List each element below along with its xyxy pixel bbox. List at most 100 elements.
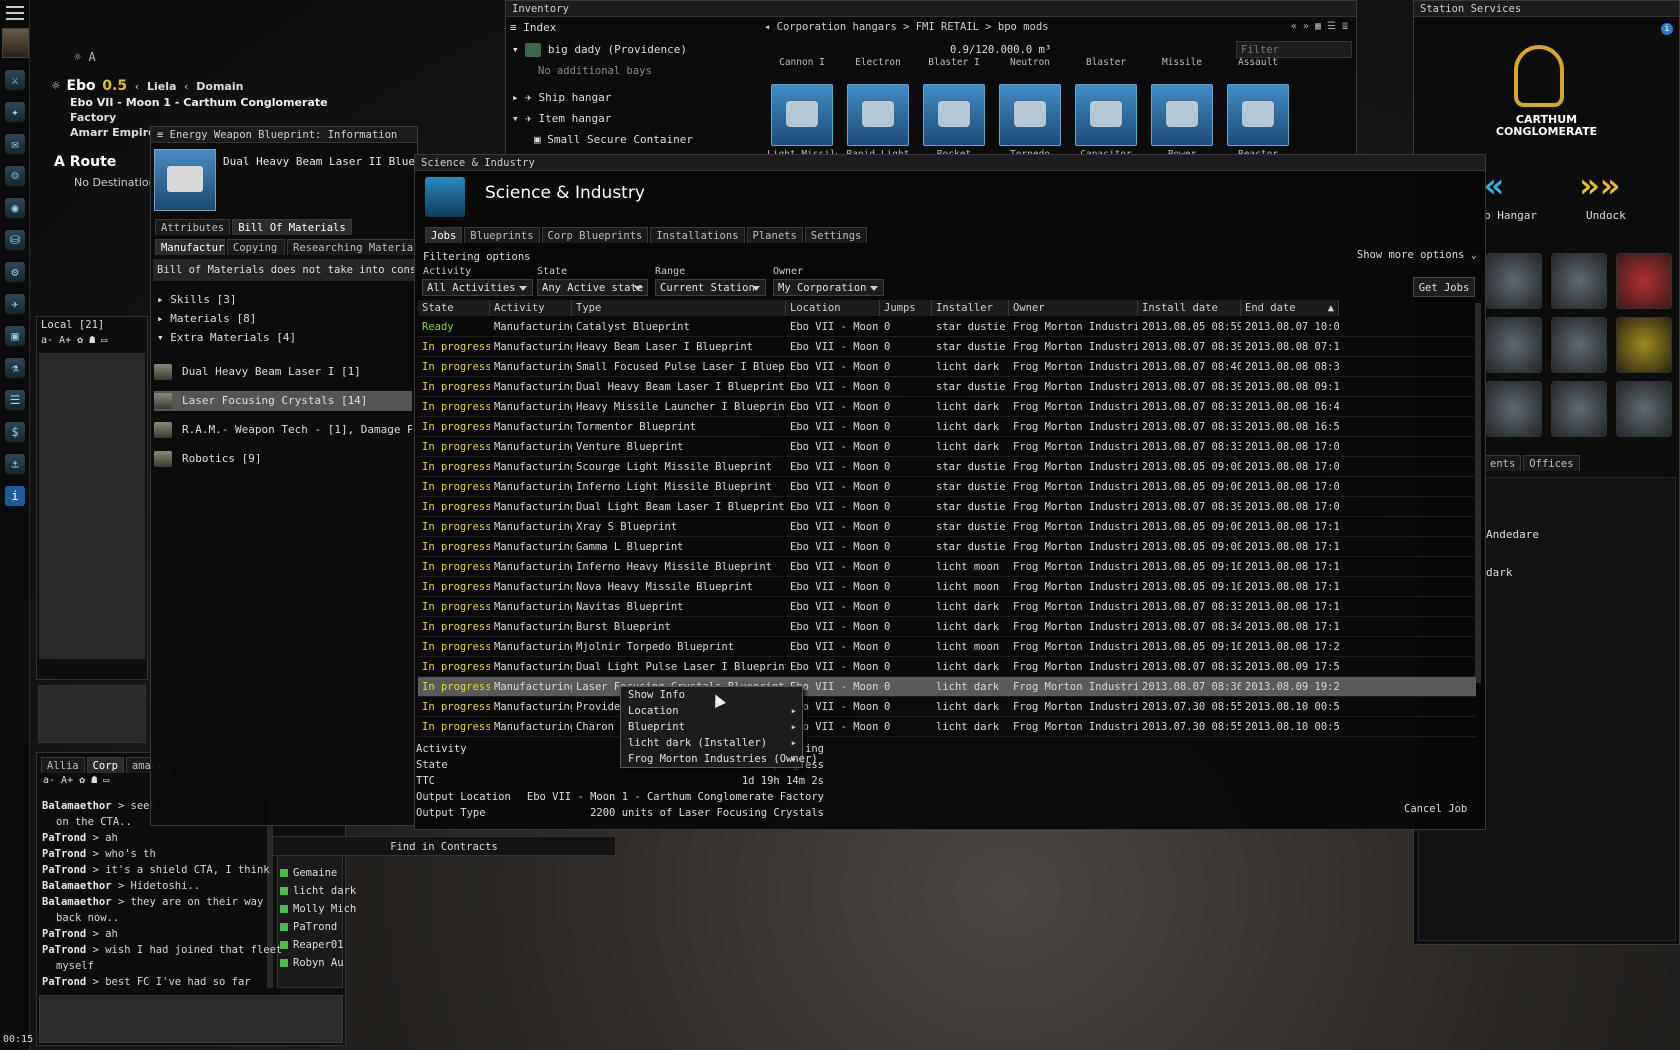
job-row[interactable]: In progress Manufacturing Provide Ebo VII -… <box>418 697 1476 717</box>
chat-member[interactable]: Molly Mich <box>280 900 356 918</box>
help-icon[interactable]: i <box>1661 23 1673 35</box>
system-name-line[interactable]: ☼ Ebo 0.5 ‹ Liela ‹ Domain <box>52 78 243 94</box>
col-type[interactable]: Type <box>572 300 786 316</box>
fleet-icon[interactable]: ⚓ <box>5 454 25 474</box>
settings-icon[interactable]: ✿ <box>77 335 83 346</box>
inventory-index-header[interactable]: ≡ Index <box>510 21 556 34</box>
members-icon[interactable]: ☗ <box>89 335 95 346</box>
menu-icon[interactable]: ≡ <box>157 129 170 141</box>
job-row[interactable]: In progress Manufacturing Inferno Heavy Mi… <box>418 557 1476 577</box>
undock-icon[interactable]: »» <box>1579 169 1620 203</box>
job-row[interactable]: In progress Manufacturing Mjolnir Torpedo … <box>418 637 1476 657</box>
menu-blueprint[interactable]: Blueprint <box>621 719 802 735</box>
state-select[interactable]: Any Active state <box>537 279 648 296</box>
blueprint-item-icon[interactable] <box>923 84 985 146</box>
recycle-service-icon[interactable] <box>1616 317 1672 373</box>
chat-member[interactable]: Reaper01 <box>280 936 344 954</box>
industry-icon[interactable]: ✈ <box>5 294 25 314</box>
local-font-size-control[interactable]: a- A+ ✿ ☗ ▭ <box>37 333 147 349</box>
tab-offices[interactable]: Offices <box>1523 455 1580 471</box>
job-row[interactable]: In progress Manufacturing Gamma L Blueprin… <box>418 537 1476 557</box>
medical-service-icon[interactable] <box>1486 381 1542 437</box>
assets-icon[interactable]: ⚔ <box>5 70 25 90</box>
subtab-manufacturing[interactable]: Manufacturin <box>155 239 225 255</box>
col-location[interactable]: Location <box>786 300 880 316</box>
chat-member[interactable]: licht dark <box>280 882 356 900</box>
chat-member[interactable]: Robyn Au <box>280 954 344 972</box>
menu-owner[interactable]: Frog Morton Industries (Owner) <box>621 751 818 767</box>
col-end-date[interactable]: End date ▲ <box>1241 300 1339 316</box>
blueprint-item-icon[interactable] <box>771 84 833 146</box>
info-icon[interactable]: i <box>5 486 25 506</box>
job-row[interactable]: In progress Manufacturing Tormentor Bluepr… <box>418 417 1476 437</box>
col-installer[interactable]: Installer <box>932 300 1009 316</box>
guest-name[interactable]: dark <box>1486 566 1513 579</box>
menu-icon[interactable]: ≡ <box>510 21 523 34</box>
chat-font-size-control[interactable]: a- A+ ✿ ☗ ▭ <box>43 775 109 786</box>
members-icon[interactable]: ☗ <box>91 775 97 786</box>
map-icon[interactable]: ◉ <box>5 198 25 218</box>
tab-agents[interactable]: ents <box>1484 455 1522 471</box>
job-row[interactable]: In progressManufacturingLaser Focusing C… <box>418 677 1476 697</box>
show-more-options-button[interactable]: Show more options ⌄ <box>1357 249 1477 261</box>
container-item[interactable]: ▣ Small Secure Container <box>534 133 693 146</box>
job-row[interactable]: In progress Manufacturing Burst Blueprint E… <box>418 617 1476 637</box>
fitting-service-icon[interactable] <box>1551 317 1607 373</box>
material-item[interactable]: R.A.M.- Weapon Tech - [1], Damage Per R <box>154 420 412 440</box>
job-row[interactable]: In progress Manufacturing Dual Heavy Beam … <box>418 377 1476 397</box>
blueprint-item-icon[interactable] <box>1227 84 1289 146</box>
subtab-copying[interactable]: Copying <box>227 239 285 255</box>
chat-tab-alliance[interactable]: Allia <box>41 757 85 773</box>
tab-settings[interactable]: Settings <box>804 227 868 243</box>
guest-name[interactable]: Andedare <box>1486 528 1539 541</box>
cancel-job-button[interactable]: Cancel Job <box>1404 803 1467 815</box>
inventory-title[interactable]: Inventory <box>506 1 1356 17</box>
job-row[interactable]: In progress Manufacturing Charon Ebo VII - … <box>418 717 1476 737</box>
blueprint-item-icon[interactable] <box>847 84 909 146</box>
job-row[interactable]: In progress Manufacturing Dual Light Pulse… <box>418 657 1476 677</box>
inventory-icon[interactable]: ▣ <box>5 326 25 346</box>
blueprint-info-title[interactable]: ≡ Energy Weapon Blueprint: Information <box>151 127 417 143</box>
journal-icon[interactable]: ☰ <box>5 390 25 410</box>
inventory-breadcrumb[interactable]: ◂ Corporation hangars > FMI RETAIL > bpo… <box>764 21 1048 33</box>
item-hangar-item[interactable]: ▾ ✈ Item hangar <box>512 112 611 125</box>
character-portrait[interactable] <box>2 28 29 58</box>
job-row[interactable]: In progress Manufacturing Nova Heavy Missi… <box>418 577 1476 597</box>
fitting-icon[interactable]: ⚙ <box>5 262 25 282</box>
undock-label[interactable]: Undock <box>1586 209 1626 222</box>
ship-hangar-icon[interactable]: « <box>1484 169 1504 203</box>
repair-service-icon[interactable] <box>1486 253 1542 309</box>
job-row[interactable]: In progress Manufacturing Navitas Blueprin… <box>418 597 1476 617</box>
group-skills[interactable]: ▸ Skills [3] <box>157 293 236 306</box>
find-in-contracts-button[interactable]: Find in Contracts <box>272 836 616 856</box>
blueprint-item-icon[interactable] <box>1075 84 1137 146</box>
local-chat-input[interactable] <box>38 685 146 743</box>
tab-attributes[interactable]: Attributes <box>155 219 231 235</box>
menu-location[interactable]: Location <box>621 703 802 719</box>
chat-member[interactable]: Gemaine <box>280 864 337 882</box>
skills-icon[interactable]: ✦ <box>5 102 25 122</box>
market-icon[interactable]: ⛁ <box>5 230 25 250</box>
chat-bubble-icon[interactable]: ▭ <box>103 775 109 786</box>
inventory-filter-input[interactable]: Filter <box>1236 41 1352 58</box>
local-chat-title[interactable]: Local [21] <box>37 317 147 333</box>
tab-jobs[interactable]: Jobs <box>425 227 463 243</box>
chat-tab-corp[interactable]: Corp <box>86 757 124 773</box>
job-row[interactable]: In progress Manufacturing Inferno Light Mi… <box>418 477 1476 497</box>
job-row[interactable]: In progress Manufacturing Scourge Light Mi… <box>418 457 1476 477</box>
job-row[interactable]: In progress Manufacturing Heavy Beam Laser… <box>418 337 1476 357</box>
menu-installer[interactable]: licht dark (Installer) <box>621 735 802 751</box>
tab-corp-blueprints[interactable]: Corp Blueprints <box>541 227 649 243</box>
back-arrow-icon[interactable]: ◂ <box>764 21 777 33</box>
col-jumps[interactable]: Jumps <box>880 300 932 316</box>
job-row[interactable]: In progress Manufacturing Venture Blueprin… <box>418 437 1476 457</box>
get-jobs-button[interactable]: Get Jobs <box>1413 277 1475 297</box>
chat-input[interactable] <box>39 995 343 1043</box>
insurance-service-icon[interactable] <box>1616 381 1672 437</box>
station-services-title[interactable]: Station Services <box>1414 1 1679 17</box>
group-materials[interactable]: ▸ Materials [8] <box>157 312 256 325</box>
mail-icon[interactable]: ✉ <box>5 134 25 154</box>
tab-installations[interactable]: Installations <box>650 227 745 243</box>
character-service-icon[interactable] <box>1551 381 1607 437</box>
subtab-research-material[interactable]: Researching Material Effi <box>287 239 417 255</box>
